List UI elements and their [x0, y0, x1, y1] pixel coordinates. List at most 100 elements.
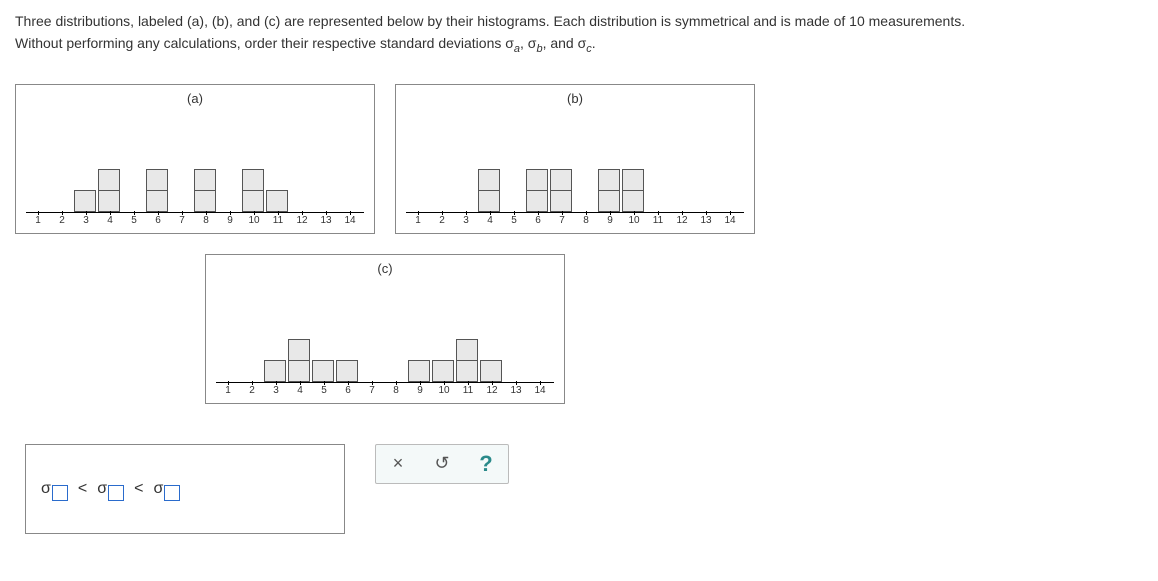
- axis-tick: 5: [131, 215, 137, 226]
- bar-block: [336, 360, 358, 382]
- axis-tick: 9: [607, 215, 613, 226]
- axis-tick: 7: [369, 385, 375, 396]
- bar-block: [478, 190, 500, 212]
- bar: [74, 191, 98, 212]
- answer-row: σ < σ < σ × ↺ ?: [25, 444, 1143, 534]
- axis-tick: 10: [438, 385, 449, 396]
- axis-tick: 4: [107, 215, 113, 226]
- axis-tick: 3: [83, 215, 89, 226]
- axis-tick: 9: [227, 215, 233, 226]
- question-text: Three distributions, labeled (a), (b), a…: [15, 10, 1143, 59]
- bar-block: [146, 169, 168, 191]
- bar: [288, 340, 312, 382]
- bar: [432, 361, 456, 382]
- sigma-input-3[interactable]: σ: [153, 480, 180, 498]
- sigma-input-2[interactable]: σ: [97, 480, 124, 498]
- axis-tick: 7: [179, 215, 185, 226]
- axis-tick: 9: [417, 385, 423, 396]
- chart-a-axis: 1234567891011121314: [26, 215, 364, 231]
- reset-button[interactable]: ↺: [430, 452, 454, 476]
- axis-tick: 10: [628, 215, 639, 226]
- bar-block: [264, 360, 286, 382]
- reset-icon: ↺: [434, 453, 449, 474]
- axis-tick: 3: [273, 385, 279, 396]
- bar: [146, 170, 170, 212]
- axis-tick: 12: [296, 215, 307, 226]
- bar-block: [550, 169, 572, 191]
- axis-tick: 14: [344, 215, 355, 226]
- chart-c-axis: 1234567891011121314: [216, 385, 554, 401]
- bar: [266, 191, 290, 212]
- chart-c-hist: [216, 292, 554, 383]
- clear-button[interactable]: ×: [386, 452, 410, 476]
- axis-tick: 6: [345, 385, 351, 396]
- axis-tick: 13: [320, 215, 331, 226]
- bar-block: [288, 360, 310, 382]
- axis-tick: 13: [700, 215, 711, 226]
- axis-tick: 11: [463, 385, 473, 396]
- chart-b: (b) 1234567891011121314: [395, 84, 755, 234]
- sub-input-1[interactable]: [52, 485, 68, 501]
- bar: [336, 361, 360, 382]
- q-count: 10: [849, 13, 865, 29]
- axis-tick: 7: [559, 215, 565, 226]
- chart-b-hist: [406, 122, 744, 213]
- axis-tick: 14: [724, 215, 735, 226]
- bar-block: [194, 190, 216, 212]
- q-line1-prefix: Three distributions, labeled (a), (b), a…: [15, 13, 849, 29]
- sub-input-2[interactable]: [108, 485, 124, 501]
- chart-a: (a) 1234567891011121314: [15, 84, 375, 234]
- axis-tick: 4: [297, 385, 303, 396]
- bar: [526, 170, 550, 212]
- bar: [194, 170, 218, 212]
- bar-block: [598, 169, 620, 191]
- bar-block: [526, 169, 548, 191]
- bar: [598, 170, 622, 212]
- bar-block: [408, 360, 430, 382]
- bar-block: [622, 169, 644, 191]
- bar-block: [456, 339, 478, 361]
- bar-block: [480, 360, 502, 382]
- less-than-1: <: [78, 480, 87, 498]
- sigma-a: σ: [505, 35, 514, 51]
- close-icon: ×: [393, 453, 404, 474]
- axis-tick: 13: [510, 385, 521, 396]
- sigma-c: σ: [578, 35, 587, 51]
- chart-a-label: (a): [187, 91, 203, 106]
- bar-block: [74, 190, 96, 212]
- help-button[interactable]: ?: [474, 452, 498, 476]
- bar-block: [98, 190, 120, 212]
- bar-block: [312, 360, 334, 382]
- axis-tick: 5: [511, 215, 517, 226]
- axis-tick: 4: [487, 215, 493, 226]
- help-icon: ?: [479, 451, 492, 477]
- charts-area: (a) 1234567891011121314 (b) 123456789101…: [15, 84, 775, 404]
- bar: [408, 361, 432, 382]
- axis-tick: 14: [534, 385, 545, 396]
- chart-c: (c) 1234567891011121314: [205, 254, 565, 404]
- bar-block: [146, 190, 168, 212]
- sigma-input-1[interactable]: σ: [41, 480, 68, 498]
- axis-tick: 2: [249, 385, 255, 396]
- bar-block: [242, 169, 264, 191]
- bar-block: [432, 360, 454, 382]
- bar-block: [194, 169, 216, 191]
- bar-block: [598, 190, 620, 212]
- bar: [622, 170, 646, 212]
- axis-tick: 10: [248, 215, 259, 226]
- q-line1-suffix: measurements.: [865, 13, 965, 29]
- axis-tick: 12: [486, 385, 497, 396]
- q-line2-prefix: Without performing any calculations, ord…: [15, 35, 505, 51]
- bar: [242, 170, 266, 212]
- axis-tick: 2: [59, 215, 65, 226]
- bar: [264, 361, 288, 382]
- axis-tick: 8: [203, 215, 209, 226]
- bar: [550, 170, 574, 212]
- control-box: × ↺ ?: [375, 444, 509, 484]
- axis-tick: 6: [535, 215, 541, 226]
- axis-tick: 3: [463, 215, 469, 226]
- less-than-2: <: [134, 480, 143, 498]
- bar: [456, 340, 480, 382]
- sub-input-3[interactable]: [164, 485, 180, 501]
- bar-block: [478, 169, 500, 191]
